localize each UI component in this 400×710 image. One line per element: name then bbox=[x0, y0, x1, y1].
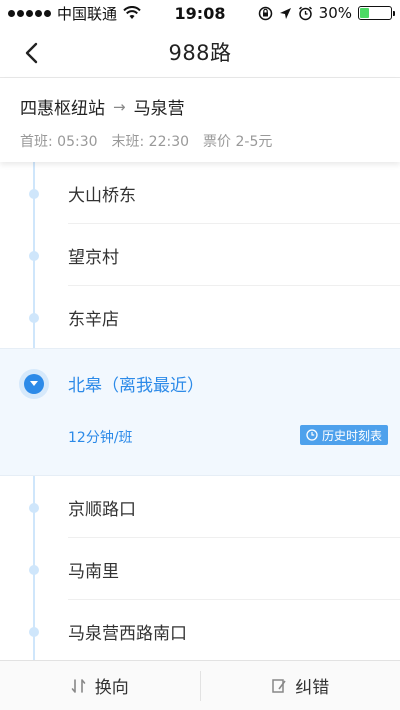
list-item[interactable]: 大山桥东 bbox=[0, 162, 400, 224]
fare: 票价 2-5元 bbox=[203, 134, 273, 150]
current-stop[interactable]: 北皋（离我最近） 12分钟/班 历史时刻表 bbox=[0, 348, 400, 476]
rotation-lock-icon bbox=[258, 6, 272, 20]
battery-fill bbox=[360, 8, 369, 18]
list-item[interactable]: 东辛店 bbox=[0, 286, 400, 348]
stop-dot-icon bbox=[29, 189, 39, 199]
route-direction: 四惠枢纽站 → 马泉营 bbox=[20, 94, 380, 120]
status-left: 中国联通 bbox=[8, 3, 141, 24]
stop-name: 马南里 bbox=[68, 562, 119, 582]
battery-icon bbox=[358, 6, 395, 20]
stop-name: 东辛店 bbox=[68, 310, 119, 330]
bottom-toolbar: 换向 纠错 bbox=[0, 660, 400, 710]
history-timetable-label: 历史时刻表 bbox=[321, 428, 382, 443]
list-item[interactable]: 京顺路口 bbox=[0, 476, 400, 538]
route-header: 四惠枢纽站 → 马泉营 首班: 05:30 末班: 22:30 票价 2-5元 bbox=[0, 78, 400, 162]
stop-name: 京顺路口 bbox=[68, 500, 136, 520]
stop-name: 大山桥东 bbox=[68, 186, 136, 206]
wifi-icon bbox=[123, 6, 141, 19]
battery-percent: 30% bbox=[318, 4, 352, 22]
location-arrow-icon bbox=[279, 7, 291, 19]
stop-name: 马泉营西路南口 bbox=[68, 624, 187, 644]
stops-list[interactable]: 大山桥东 望京村 东辛店 北皋（离我最近） 12分钟/班 历史时刻表 京顺路口 … bbox=[0, 162, 400, 660]
stop-dot-icon bbox=[29, 503, 39, 513]
chevron-down-icon bbox=[30, 381, 38, 386]
route-destination: 马泉营 bbox=[133, 99, 185, 119]
bus-frequency: 12分钟/班 bbox=[68, 430, 133, 446]
status-bar: 中国联通 19:08 30% bbox=[0, 0, 400, 26]
edit-report-icon bbox=[272, 678, 286, 693]
stop-dot-icon bbox=[29, 627, 39, 637]
back-button[interactable] bbox=[16, 38, 46, 68]
last-bus-time: 末班: 22:30 bbox=[111, 134, 190, 150]
signal-strength-icon bbox=[8, 9, 51, 17]
route-origin: 四惠枢纽站 bbox=[20, 99, 105, 119]
report-error-button[interactable]: 纠错 bbox=[201, 661, 400, 710]
page-title: 988路 bbox=[168, 40, 232, 65]
stop-dot-icon bbox=[29, 565, 39, 575]
stop-dot-icon bbox=[29, 251, 39, 261]
clock-icon bbox=[306, 429, 318, 441]
stop-dot-icon bbox=[29, 313, 39, 323]
nav-bar: 988路 bbox=[0, 26, 400, 78]
list-item[interactable]: 望京村 bbox=[0, 224, 400, 286]
first-bus-time: 首班: 05:30 bbox=[20, 134, 98, 150]
current-location-icon bbox=[19, 369, 49, 399]
reverse-direction-label: 换向 bbox=[94, 678, 129, 698]
report-error-label: 纠错 bbox=[295, 678, 330, 698]
list-item[interactable]: 马泉营西路南口 bbox=[0, 600, 400, 660]
arrow-right-icon: → bbox=[113, 97, 126, 116]
swap-vertical-icon bbox=[71, 678, 86, 693]
route-meta: 首班: 05:30 末班: 22:30 票价 2-5元 bbox=[20, 131, 380, 151]
current-stop-name: 北皋（离我最近） bbox=[68, 376, 204, 396]
reverse-direction-button[interactable]: 换向 bbox=[0, 661, 200, 710]
history-timetable-button[interactable]: 历史时刻表 bbox=[299, 425, 388, 445]
carrier-name: 中国联通 bbox=[57, 4, 118, 23]
status-right: 30% bbox=[258, 4, 395, 22]
list-item[interactable]: 马南里 bbox=[0, 538, 400, 600]
stop-name: 望京村 bbox=[68, 248, 119, 268]
alarm-icon bbox=[298, 6, 312, 20]
chevron-left-icon bbox=[25, 42, 38, 64]
